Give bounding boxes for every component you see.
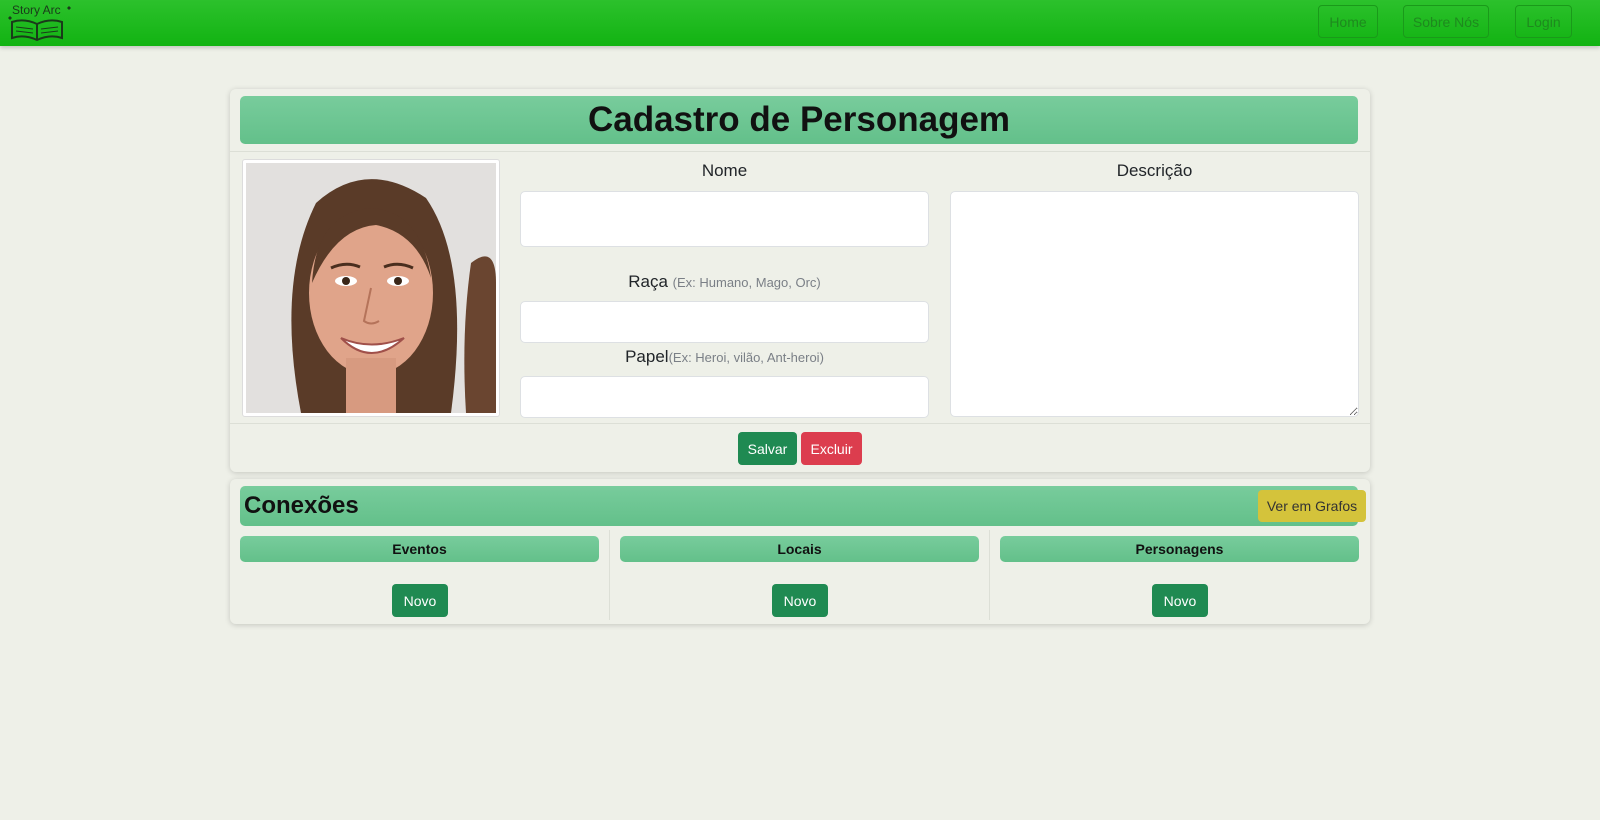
column-header-locais: Locais bbox=[620, 536, 979, 562]
delete-button[interactable]: Excluir bbox=[801, 432, 862, 465]
divider bbox=[230, 423, 1370, 424]
story-arc-logo[interactable]: Story Arc bbox=[4, 2, 72, 42]
column-divider bbox=[989, 530, 990, 620]
nome-input[interactable] bbox=[520, 191, 929, 247]
new-personagem-button[interactable]: Novo bbox=[1152, 584, 1208, 617]
nav-login-button[interactable]: Login bbox=[1515, 5, 1572, 38]
raca-label-group: Raça (Ex: Humano, Mago, Orc) bbox=[520, 272, 929, 292]
nav-sobre-nos-button[interactable]: Sobre Nós bbox=[1403, 5, 1489, 38]
character-form-card: Cadastro de Personagem Nome Raça (Ex: Hu… bbox=[230, 89, 1370, 472]
papel-input[interactable] bbox=[520, 376, 929, 418]
character-photo bbox=[246, 163, 496, 413]
raca-input[interactable] bbox=[520, 301, 929, 343]
character-photo-frame[interactable] bbox=[242, 159, 500, 417]
papel-hint: (Ex: Heroi, vilão, Ant-heroi) bbox=[668, 350, 824, 365]
nome-label: Nome bbox=[701, 161, 748, 180]
raca-label: Raça bbox=[628, 272, 668, 291]
column-header-personagens: Personagens bbox=[1000, 536, 1359, 562]
logo-text: Story Arc bbox=[12, 3, 61, 17]
raca-hint: (Ex: Humano, Mago, Orc) bbox=[672, 275, 821, 290]
papel-label: Papel bbox=[625, 347, 669, 366]
save-button[interactable]: Salvar bbox=[738, 432, 797, 465]
descricao-textarea[interactable] bbox=[950, 191, 1359, 417]
form-title: Cadastro de Personagem bbox=[240, 96, 1358, 144]
descricao-label: Descrição bbox=[1116, 161, 1193, 180]
navbar: Story Arc Home Sobre Nós Login bbox=[0, 0, 1600, 46]
column-divider bbox=[609, 530, 610, 620]
divider bbox=[230, 151, 1370, 152]
connections-header: Conexões Ver em Grafos bbox=[240, 486, 1366, 526]
new-evento-button[interactable]: Novo bbox=[392, 584, 448, 617]
nav-home-button[interactable]: Home bbox=[1318, 5, 1378, 38]
papel-label-group: Papel(Ex: Heroi, vilão, Ant-heroi) bbox=[520, 347, 929, 367]
column-header-eventos: Eventos bbox=[240, 536, 599, 562]
new-local-button[interactable]: Novo bbox=[772, 584, 828, 617]
connections-title: Conexões bbox=[244, 492, 359, 519]
view-graph-button[interactable]: Ver em Grafos bbox=[1258, 490, 1366, 522]
connections-card: Conexões Ver em Grafos Eventos Locais Pe… bbox=[230, 479, 1370, 624]
